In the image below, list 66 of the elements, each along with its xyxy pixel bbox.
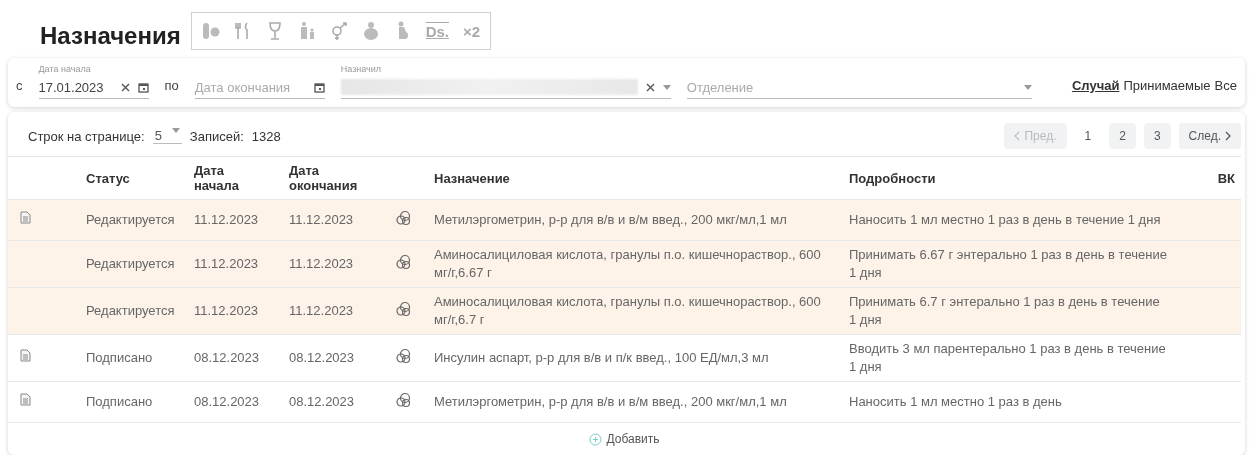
table-row[interactable]: Редактируется 11.12.2023 11.12.2023 Аминосалициловая кислота, гранулы п.о. кишечнораствор., 600 мг/г,6.67 г Принимать 6.67 г энтерально 1 раз в день в течение 1 дня [8,240,1241,288]
calendar-icon[interactable] [137,81,149,93]
to-label: по [164,78,179,95]
start-date-field[interactable]: Дата начала 17.01.2023 [38,64,149,99]
table-cell: Наносить 1 мл местно 1 раз в день в течение 1 дня [843,199,1173,241]
pills-icon[interactable] [201,21,220,41]
caret-icon[interactable] [662,84,671,90]
pills-icon [394,347,412,364]
table-cell: Метилэргометрин, р-р для в/в и в/м введ., 200 мкг/мл,1 мл [428,199,843,241]
table-cell: Подписано [80,334,188,382]
pills-icon [394,300,412,317]
table-cell: 11.12.2023 [188,199,283,241]
gender-icon[interactable] [329,21,348,41]
records-label: Записей: [189,128,244,144]
table-cell: 08.12.2023 [283,381,388,422]
document-icon[interactable] [20,211,31,224]
scope-link[interactable]: Случай [1071,78,1120,93]
calendar-icon[interactable] [313,81,325,93]
next-page-button[interactable]: След. [1178,123,1241,149]
table-cell: Вводить 3 мл парентерально 1 раз в день в течение 1 дня [843,334,1173,382]
table-cell: 11.12.2023 [188,240,283,288]
caret-icon[interactable] [1023,84,1032,90]
table-cell: 11.12.2023 [283,240,388,288]
table-cell: 11.12.2023 [188,287,283,335]
clear-icon[interactable] [120,82,130,92]
table-cell: Редактируется [80,287,188,335]
table-cell: Аминосалициловая кислота, гранулы п.о. кишечнораствор., 600 мг/г,6.7 г [428,287,843,335]
document-icon[interactable] [20,349,31,362]
table-cell: Наносить 1 мл местно 1 раз в день [843,381,1173,422]
table-cell: 11.12.2023 [283,199,388,241]
chevron-right-icon [1225,131,1231,141]
table-cell: Метилэргометрин, р-р для в/в и в/м введ., 200 мкг/мл,1 мл [428,381,843,422]
add-button[interactable]: Добавить [583,431,666,447]
scope-link[interactable]: Все [1214,78,1237,93]
pills-icon [394,209,412,226]
page-button[interactable]: 2 [1109,123,1136,149]
table-cell: 08.12.2023 [188,334,283,382]
pills-icon [394,391,412,408]
document-icon[interactable] [20,393,31,406]
table-row[interactable]: Подписано 08.12.2023 08.12.2023 Инсулин аспарт, р-р для в/в и п/к введ., 100 ЕД/мл,3 мл Вводить 3 мл парентерально 1 раз в день в течение 1 дня [8,334,1241,382]
page-size-select[interactable]: 5 [152,128,182,144]
page-title: Назначения [40,22,181,50]
clear-icon[interactable] [645,82,655,92]
table-cell: Аминосалициловая кислота, гранулы п.о. кишечнораствор., 600 мг/г,6.67 г [428,240,843,288]
table-row[interactable]: Редактируется 11.12.2023 11.12.2023 Аминосалициловая кислота, гранулы п.о. кишечнораствор., 600 мг/г,6.7 г Принимать 6.7 г энтерально 1 раз в день в течение 1 дня [8,287,1241,335]
records-count: 1328 [251,128,281,144]
mother-with-baby-icon[interactable] [361,21,380,41]
table-cell: Редактируется [80,240,188,288]
chevron-left-icon [1014,131,1021,141]
table-cell: Принимать 6.67 г энтерально 1 раз в день в течение 1 дня [843,240,1173,288]
page-button[interactable]: 3 [1143,123,1171,149]
from-label: с [16,78,23,95]
table-cell: Принимать 6.7 г энтерально 1 раз в день в течение 1 дня [843,287,1173,335]
pills-icon [394,253,412,270]
caret-icon[interactable] [171,128,180,133]
table-cell: 11.12.2023 [283,287,388,335]
table-cell: Редактируется [80,199,188,241]
table-row[interactable]: Подписано 08.12.2023 08.12.2023 Метилэргометрин, р-р для в/в и в/м введ., 200 мкг/мл,1 мл Наносить 1 мл местно 1 раз в день [8,381,1241,422]
table-cell: 08.12.2023 [283,334,388,382]
scope-link[interactable]: Принимаемые [1123,78,1211,93]
table-cell: 08.12.2023 [188,381,283,422]
plus-circle-icon [589,432,603,446]
table-cell: Инсулин аспарт, р-р для в/в и п/к введ., 100 ЕД/мл,3 мл [428,334,843,382]
table-row[interactable]: Редактируется 11.12.2023 11.12.2023 Метилэргометрин, р-р для в/в и в/м введ., 200 мкг/мл,1 мл Наносить 1 мл местно 1 раз в день в течение 1 дня [8,199,1241,241]
table-cell: Подписано [80,381,188,422]
page-size-label: Строк на странице: [28,128,145,144]
